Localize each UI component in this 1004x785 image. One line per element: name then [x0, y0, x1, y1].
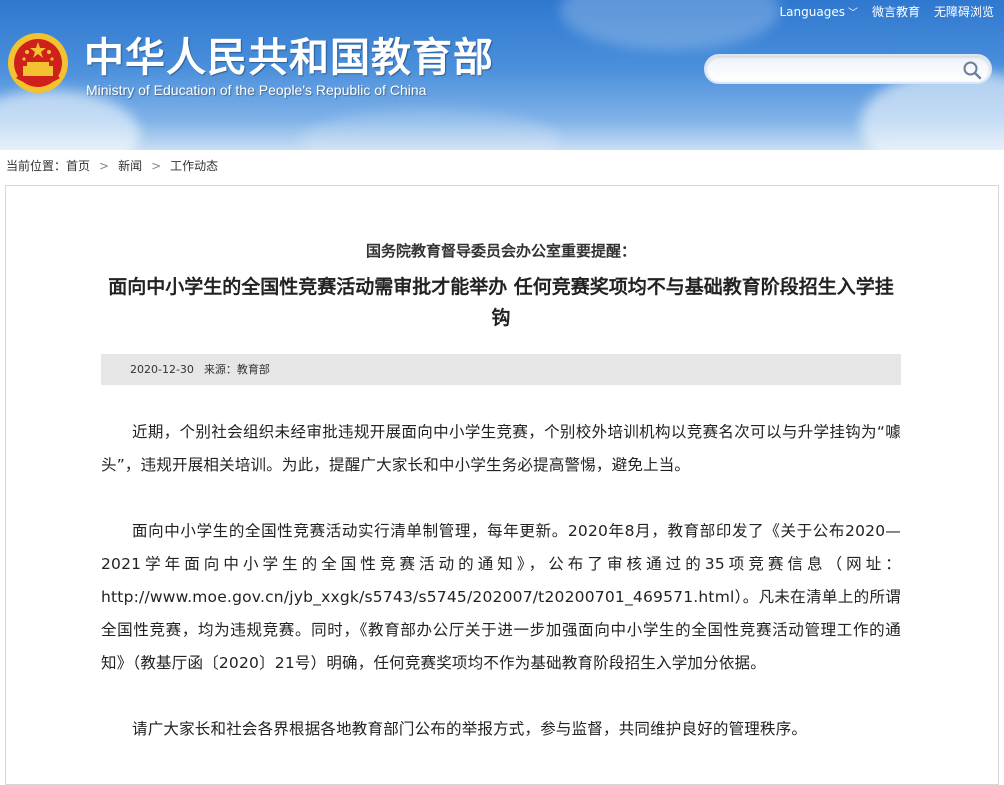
national-emblem-icon[interactable]	[7, 32, 69, 94]
article-paragraph: 近期，个别社会组织未经审批违规开展面向中小学生竞赛，个别校外培训机构以竞赛名次可…	[101, 423, 901, 474]
top-links: Languages ﹀ 微言教育 无障碍浏览	[779, 2, 994, 20]
search-input[interactable]	[716, 60, 960, 80]
article-headline: 面向中小学生的全国性竞赛活动需审批才能举办 任何竞赛奖项均不与基础教育阶段招生入…	[108, 276, 894, 329]
search-icon[interactable]	[962, 60, 982, 80]
article-source: 来源：教育部	[203, 363, 270, 376]
languages-menu[interactable]: Languages ﹀	[779, 4, 857, 19]
header-cloud	[560, 0, 780, 50]
content-panel: 国务院教育督导委员会办公室重要提醒： 面向中小学生的全国性竞赛活动需审批才能举办…	[5, 185, 999, 785]
article-paragraph: 面向中小学生的全国性竞赛活动实行清单制管理，每年更新。2020年8月，教育部印发…	[101, 522, 901, 672]
chevron-right-icon: >	[99, 159, 110, 173]
breadcrumb-work-updates[interactable]: 工作动态	[170, 159, 218, 173]
site-title[interactable]: 中华人民共和国教育部	[84, 36, 494, 80]
article-paragraph: 请广大家长和社会各界根据各地教育部门公布的举报方式，参与监督，共同维护良好的管理…	[132, 720, 808, 738]
site-subtitle: Ministry of Education of the People's Re…	[86, 82, 427, 98]
breadcrumb-label: 当前位置：	[6, 159, 67, 173]
chevron-down-icon: ﹀	[847, 7, 858, 19]
article-kicker: 国务院教育督导委员会办公室重要提醒：	[365, 242, 636, 260]
site-header: Languages ﹀ 微言教育 无障碍浏览 中华人民共和国教育部 Ministr…	[0, 0, 1004, 150]
article-date: 2020-12-30	[130, 363, 194, 376]
languages-label: Languages	[779, 4, 845, 19]
accessibility-link[interactable]: 无障碍浏览	[934, 3, 994, 20]
search-box	[704, 54, 992, 84]
header-cloud	[0, 90, 140, 150]
chevron-right-icon: >	[151, 159, 162, 173]
article-body: 近期，个别社会组织未经审批违规开展面向中小学生竞赛，个别校外培训机构以竞赛名次可…	[101, 416, 901, 779]
header-cloud	[300, 110, 560, 150]
article-meta-bar: 2020-12-30 来源：教育部	[101, 354, 901, 385]
breadcrumb-home[interactable]: 首页	[66, 159, 90, 173]
weibo-link[interactable]: 微言教育	[872, 3, 920, 20]
breadcrumb: 当前位置：首页 > 新闻 > 工作动态	[6, 157, 218, 175]
breadcrumb-news[interactable]: 新闻	[118, 159, 142, 173]
